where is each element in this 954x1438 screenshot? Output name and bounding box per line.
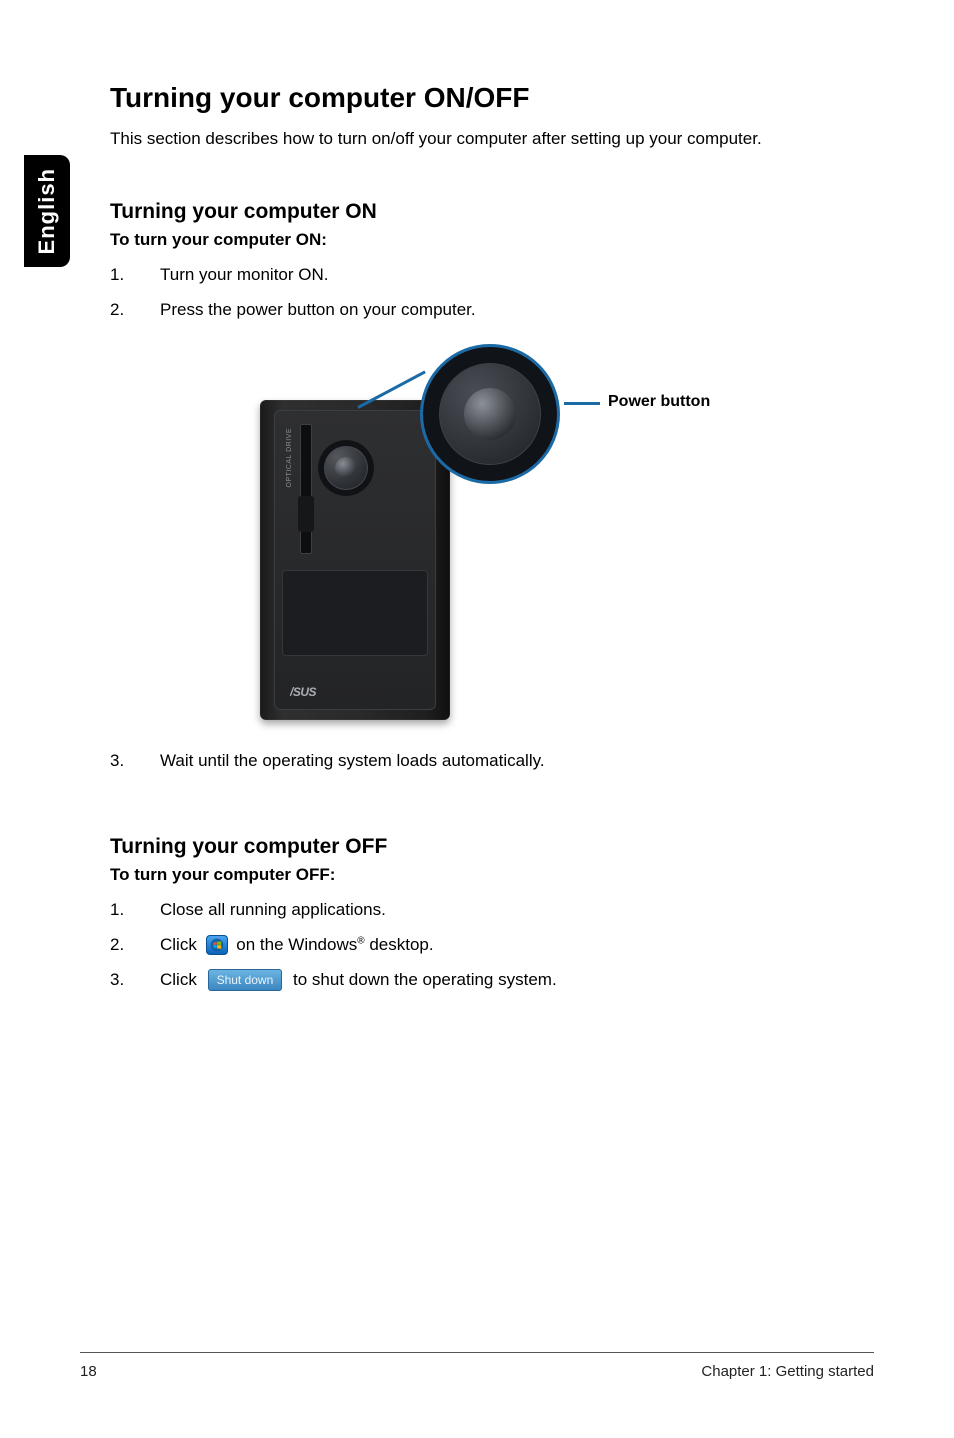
step-number: 3. [110,750,160,773]
list-item: 1. Turn your monitor ON. [110,264,880,287]
list-item: 2. Press the power button on your comput… [110,299,880,322]
step-text-pre: Click [160,935,202,954]
section-sub-off: To turn your computer OFF: [110,865,880,885]
page-number: 18 [80,1363,97,1380]
power-button-enlarged [464,388,516,440]
step-text: Click on the Windows® desktop. [160,934,880,957]
power-button-callout-circle [420,344,560,484]
front-io-cover [298,496,314,532]
section-sub-on: To turn your computer ON: [110,230,880,250]
steps-on-cont: 3. Wait until the operating system loads… [110,750,880,773]
list-item: 3. Wait until the operating system loads… [110,750,880,773]
step-text-post-a: on the Windows [236,935,357,954]
step-text: Click Shut down to shut down the operati… [160,969,880,992]
step-number: 2. [110,934,160,957]
shut-down-button-graphic: Shut down [208,969,283,991]
optical-drive-label: OPTICAL DRIVE [286,428,293,488]
step-text: Turn your monitor ON. [160,264,880,287]
page-title: Turning your computer ON/OFF [110,82,880,114]
windows-start-icon [206,935,228,955]
registered-mark: ® [357,935,364,946]
list-item: 3. Click Shut down to shut down the oper… [110,969,880,992]
step-number: 2. [110,299,160,322]
computer-tower-illustration: OPTICAL DRIVE /SUS [260,400,450,720]
chapter-label: Chapter 1: Getting started [701,1363,874,1380]
step-number: 3. [110,969,160,992]
asus-logo: /SUS [290,684,344,700]
list-item: 2. Click on the Windows® deskto [110,934,880,957]
section-heading-off: Turning your computer OFF [110,835,880,859]
intro-text: This section describes how to turn on/of… [110,128,880,150]
lower-panel [282,570,428,656]
power-button-callout-label: Power button [608,393,710,411]
page-content: Turning your computer ON/OFF This sectio… [110,82,880,1010]
language-tab: English [24,155,70,267]
power-button-on-tower [318,440,374,496]
step-text-post-b: desktop. [365,935,434,954]
list-item: 1. Close all running applications. [110,899,880,922]
step-text: Close all running applications. [160,899,880,922]
svg-text:/SUS: /SUS [290,685,317,699]
language-tab-label: English [34,168,60,254]
page-footer: 18 Chapter 1: Getting started [80,1352,874,1380]
optical-slot [300,424,312,554]
steps-on: 1. Turn your monitor ON. 2. Press the po… [110,264,880,322]
step-text-pre: Click [160,970,202,989]
step-text: Press the power button on your computer. [160,299,880,322]
figure-power-button: OPTICAL DRIVE /SUS Power button [110,340,880,730]
steps-off: 1. Close all running applications. 2. Cl… [110,899,880,992]
section-heading-on: Turning your computer ON [110,200,880,224]
step-number: 1. [110,899,160,922]
callout-leader-line-right [564,402,600,405]
step-text-post: to shut down the operating system. [293,970,557,989]
step-number: 1. [110,264,160,287]
step-text: Wait until the operating system loads au… [160,750,880,773]
